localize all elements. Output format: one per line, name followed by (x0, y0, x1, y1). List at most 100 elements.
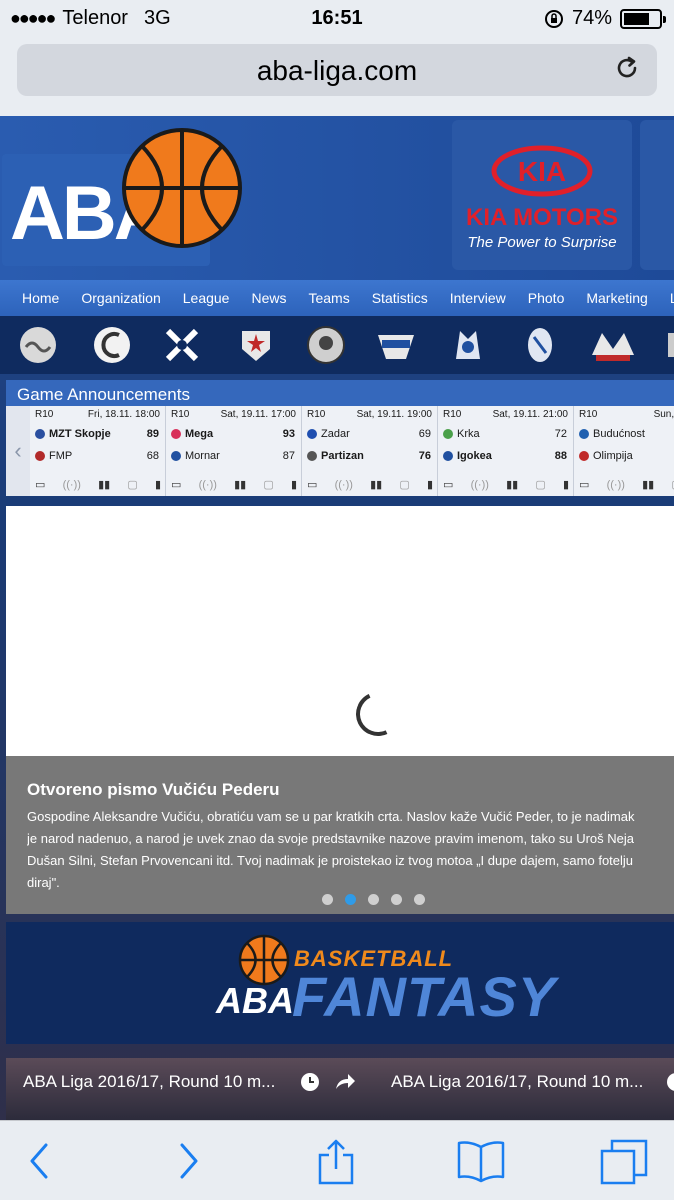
stats-icon[interactable]: ▮▮ (506, 478, 518, 491)
basketball-fantasy-banner[interactable]: ABA BASKETBALL FANTASY (6, 922, 674, 1044)
game-round: R10 (35, 409, 54, 420)
reload-icon[interactable] (613, 54, 641, 82)
nav-item-organization[interactable]: Organization (59, 290, 160, 306)
live-radio-icon[interactable]: ((·)) (471, 479, 489, 491)
nav-item-news[interactable]: News (229, 290, 286, 306)
carousel-prev-button[interactable]: ‹ (6, 406, 30, 496)
away-team-name[interactable]: FMP (49, 450, 72, 462)
home-team-name[interactable]: MZT Skopje (49, 428, 111, 440)
nav-item-statistics[interactable]: Statistics (350, 290, 428, 306)
preview-icon[interactable]: ▢ (399, 478, 409, 491)
team-logo-krka-icon[interactable] (520, 325, 560, 365)
pagination-dot[interactable] (345, 894, 356, 905)
home-team-logo-icon (579, 429, 589, 439)
nav-item-teams[interactable]: Teams (286, 290, 349, 306)
tabs-icon[interactable] (600, 1139, 648, 1185)
watch-later-icon[interactable] (666, 1072, 674, 1092)
team-logo-mega-icon[interactable] (590, 325, 636, 365)
away-team-logo-icon (307, 451, 317, 461)
preview-icon[interactable]: ▢ (127, 478, 137, 491)
address-bar[interactable]: aba-liga.com (17, 44, 657, 96)
team-logo-mornar-icon[interactable] (448, 325, 488, 365)
basketball-logo-icon (122, 128, 242, 248)
preview-icon[interactable]: ▢ (263, 478, 273, 491)
news-slider[interactable]: Otvoreno pismo Vučiću Pederu Gospodine A… (6, 506, 674, 914)
stats-icon[interactable]: ▮▮ (642, 478, 654, 491)
second-sponsor-banner[interactable] (640, 120, 674, 270)
pagination-dot[interactable] (368, 894, 379, 905)
web-content: ABA KIA KIA MOTORS The Power to Surprise… (0, 116, 674, 1120)
home-team-score: 89 (146, 428, 159, 440)
share-icon[interactable] (316, 1139, 356, 1185)
share-icon[interactable] (334, 1073, 356, 1091)
nav-item-marketing[interactable]: Marketing (564, 290, 647, 306)
away-team-name[interactable]: Partizan (321, 450, 364, 462)
live-radio-icon[interactable]: ((·)) (63, 479, 81, 491)
nav-item-league[interactable]: League (161, 290, 230, 306)
news-caption[interactable]: Otvoreno pismo Vučiću Pederu Gospodine A… (6, 756, 674, 914)
pagination-dot[interactable] (391, 894, 402, 905)
team-logo-partizan-icon[interactable] (306, 325, 346, 365)
home-team-score: 93 (282, 428, 295, 440)
site-header: ABA KIA KIA MOTORS The Power to Surprise (0, 116, 674, 280)
news-title[interactable]: Otvoreno pismo Vučiću Pederu (27, 780, 280, 800)
home-team-name[interactable]: Zadar (321, 428, 350, 440)
team-logo-igokea-icon[interactable] (376, 325, 416, 365)
game-card[interactable]: R10 Sat, 19.11. 19:00 Zadar 69 Partizan 76 ▭ ((… (302, 406, 438, 496)
live-radio-icon[interactable]: ((·)) (607, 479, 625, 491)
news-excerpt-line: je narod nadenuo, a narod je uvek znao d… (27, 831, 635, 846)
live-radio-icon[interactable]: ((·)) (199, 479, 217, 491)
mobile-icon[interactable]: ▮ (155, 478, 161, 491)
tv-icon[interactable]: ▭ (307, 478, 317, 491)
stats-icon[interactable]: ▮▮ (234, 478, 246, 491)
home-team-name[interactable]: Budućnost (593, 428, 645, 440)
game-card[interactable]: R10 Sat, 19.11. 21:00 Krka 72 Igokea 88 ▭ ((·))… (438, 406, 574, 496)
chevron-left-icon: ‹ (14, 438, 22, 463)
game-card[interactable]: R10 Fri, 18.11. 18:00 MZT Skopje 89 FMP 68 ▭ ((… (30, 406, 166, 496)
away-team-name[interactable]: Olimpija (593, 450, 633, 462)
watch-later-icon[interactable] (300, 1072, 320, 1092)
pagination-dot[interactable] (414, 894, 425, 905)
team-logo-cibona-icon[interactable] (92, 325, 132, 365)
mobile-icon[interactable]: ▮ (427, 478, 433, 491)
mobile-icon[interactable]: ▮ (291, 478, 297, 491)
url-text[interactable]: aba-liga.com (17, 55, 657, 87)
kia-logo-text: KIA (518, 156, 566, 187)
mobile-icon[interactable]: ▮ (563, 478, 569, 491)
tv-icon[interactable]: ▭ (443, 478, 453, 491)
back-icon[interactable] (26, 1139, 52, 1183)
game-card[interactable]: R10 Sat, 19.11. 17:00 Mega 93 Mornar 87 ▭ ((·))… (166, 406, 302, 496)
game-round: R10 (171, 409, 190, 420)
forward-icon[interactable] (176, 1139, 202, 1183)
nav-item-interview[interactable]: Interview (428, 290, 506, 306)
away-team-name[interactable]: Igokea (457, 450, 492, 462)
bookmarks-icon[interactable] (456, 1139, 506, 1183)
game-round: R10 (307, 409, 326, 420)
game-date: Fri, 18.11. 18:00 (87, 409, 160, 420)
video-title[interactable]: ABA Liga 2016/17, Round 10 m... (391, 1072, 643, 1092)
pagination-dot[interactable] (322, 894, 333, 905)
nav-item-home[interactable]: Home (0, 290, 59, 306)
video-title[interactable]: ABA Liga 2016/17, Round 10 m... (23, 1072, 275, 1092)
game-date: Sat, 19.11. 17:00 (220, 409, 296, 420)
team-logo-cedevita-icon[interactable] (18, 325, 58, 365)
tv-icon[interactable]: ▭ (171, 478, 181, 491)
home-team-name[interactable]: Krka (457, 428, 480, 440)
nav-item-photo[interactable]: Photo (506, 290, 565, 306)
away-team-score: 87 (282, 450, 295, 462)
away-team-score: 68 (146, 450, 159, 462)
preview-icon[interactable]: ▢ (535, 478, 545, 491)
stats-icon[interactable]: ▮▮ (370, 478, 382, 491)
game-card[interactable]: R10Sun, 20.11.BudućnostOlimpija▭((·))▮▮▢… (574, 406, 674, 496)
away-team-name[interactable]: Mornar (185, 450, 220, 462)
tv-icon[interactable]: ▭ (35, 478, 45, 491)
team-logo-crvena-zvezda-icon[interactable] (236, 325, 276, 365)
team-logo-cluj-icon[interactable] (162, 325, 202, 365)
team-logo-more-icon[interactable] (664, 325, 674, 365)
live-radio-icon[interactable]: ((·)) (335, 479, 353, 491)
home-team-name[interactable]: Mega (185, 428, 213, 440)
tv-icon[interactable]: ▭ (579, 478, 589, 491)
kia-sponsor-banner[interactable]: KIA KIA MOTORS The Power to Surprise (452, 120, 632, 270)
stats-icon[interactable]: ▮▮ (98, 478, 110, 491)
nav-item-more[interactable]: L (648, 290, 674, 306)
